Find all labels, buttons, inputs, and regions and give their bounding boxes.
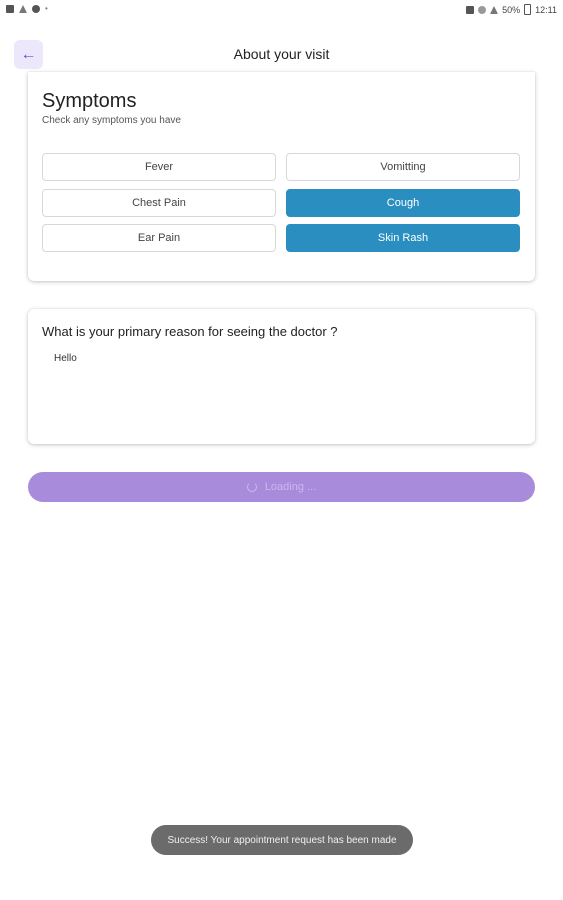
wifi-icon — [478, 5, 487, 14]
symptoms-card: Symptoms Check any symptoms you have Fev… — [28, 72, 535, 281]
symptom-chip-skin-rash[interactable]: Skin Rash — [286, 224, 520, 252]
reason-question: What is your primary reason for seeing t… — [42, 324, 338, 339]
symptom-chip-fever[interactable]: Fever — [42, 153, 276, 181]
symptoms-title: Symptoms — [42, 90, 137, 112]
spinner-icon — [246, 482, 257, 492]
submit-button[interactable]: Loading ... — [28, 472, 535, 502]
status-bar-right: 50% 12:11 — [466, 4, 557, 15]
success-toast: Success! Your appointment request has be… — [151, 825, 413, 855]
battery-icon — [524, 4, 532, 15]
clock: 12:11 — [535, 4, 557, 15]
bag-icon — [32, 4, 40, 13]
gallery-icon — [6, 4, 14, 13]
reason-input[interactable]: Hello — [54, 353, 514, 423]
symptoms-subtitle: Check any symptoms you have — [42, 115, 181, 126]
signal-icon — [490, 5, 499, 14]
symptom-chip-vomitting[interactable]: Vomitting — [286, 153, 520, 181]
battery-percent: 50% — [502, 4, 521, 15]
toast-message: Success! Your appointment request has be… — [167, 834, 397, 846]
telegram-icon — [19, 4, 27, 13]
status-bar-left: • — [6, 4, 48, 13]
nfc-icon — [466, 5, 475, 14]
reason-card: What is your primary reason for seeing t… — [28, 309, 535, 444]
page-title: About your visit — [233, 46, 330, 62]
dot-icon: • — [45, 4, 48, 13]
symptom-chip-cough[interactable]: Cough — [286, 189, 520, 217]
symptom-chip-chest-pain[interactable]: Chest Pain — [42, 189, 276, 217]
submit-button-label: Loading ... — [264, 481, 317, 493]
status-bar: • 50% 12:11 — [0, 0, 563, 20]
symptom-chip-ear-pain[interactable]: Ear Pain — [42, 224, 276, 252]
